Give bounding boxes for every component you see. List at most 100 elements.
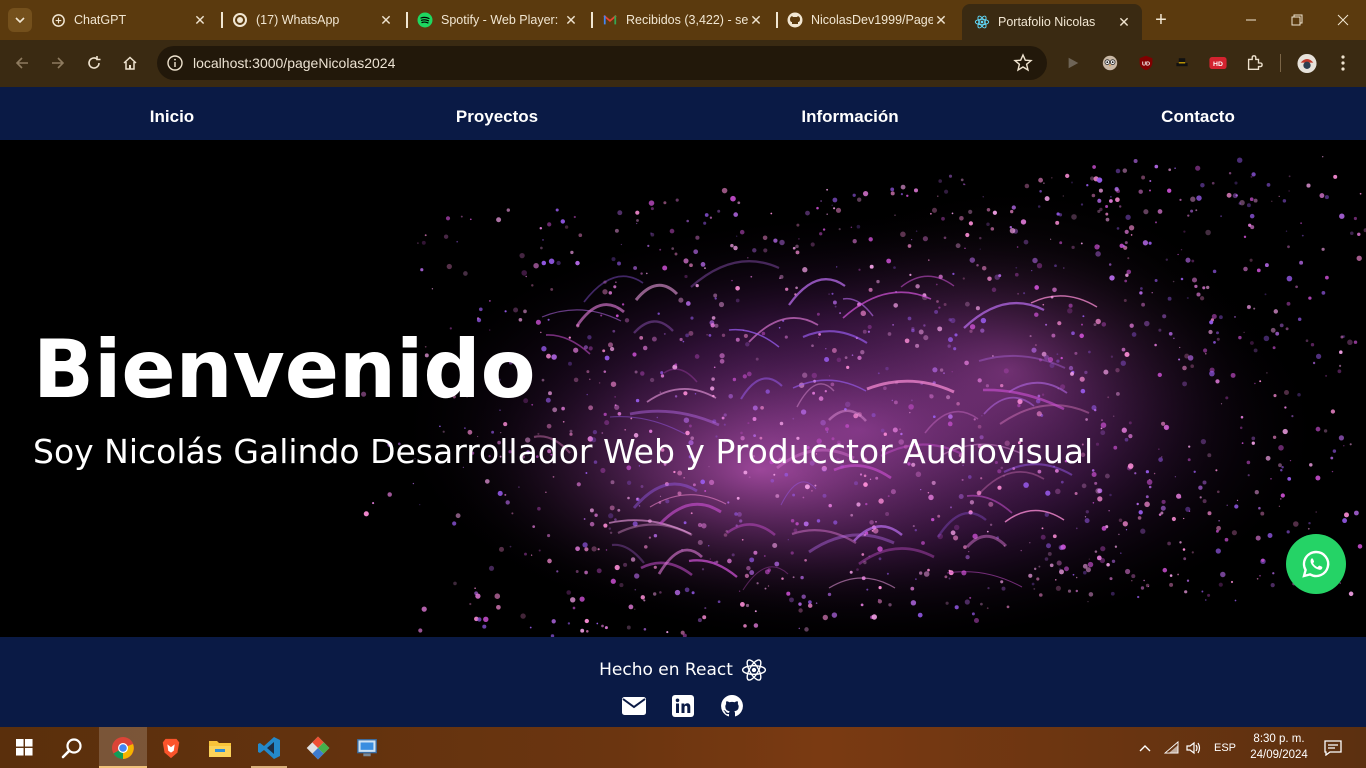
taskbar-vscode[interactable] bbox=[245, 727, 293, 768]
particle bbox=[948, 337, 953, 343]
tab-whatsapp[interactable]: (17) WhatsApp ✕ bbox=[220, 6, 404, 34]
close-icon[interactable]: ✕ bbox=[1116, 14, 1132, 30]
particle bbox=[683, 521, 687, 525]
extension-play-icon[interactable] bbox=[1063, 53, 1083, 73]
particle bbox=[1251, 172, 1256, 177]
particle bbox=[951, 212, 954, 215]
particle bbox=[1090, 176, 1095, 181]
wifi-status[interactable] bbox=[1164, 727, 1179, 768]
particle bbox=[909, 273, 912, 277]
particle bbox=[824, 390, 827, 393]
tab-portafolio-active[interactable]: Portafolio Nicolas ✕ bbox=[962, 4, 1142, 40]
extensions-puzzle-icon[interactable] bbox=[1244, 53, 1264, 73]
taskbar-remote-desktop[interactable] bbox=[343, 727, 391, 768]
particle bbox=[1140, 528, 1146, 534]
nav-link-inicio[interactable]: Inicio bbox=[150, 107, 194, 127]
close-icon[interactable]: ✕ bbox=[563, 12, 579, 28]
forward-button[interactable] bbox=[47, 52, 69, 74]
close-icon[interactable]: ✕ bbox=[378, 12, 394, 28]
tab-github[interactable]: NicolasDev1999/Page ✕ bbox=[775, 6, 959, 34]
particle bbox=[1315, 426, 1321, 432]
particle bbox=[1020, 549, 1022, 552]
particle bbox=[798, 627, 801, 630]
github-icon[interactable] bbox=[720, 694, 744, 718]
taskbar-search-button[interactable] bbox=[48, 727, 96, 768]
particle bbox=[518, 486, 520, 488]
taskbar-brave[interactable] bbox=[147, 727, 195, 768]
new-tab-button[interactable]: + bbox=[1151, 10, 1171, 30]
extension-hat-icon[interactable] bbox=[1172, 53, 1192, 73]
tray-chevron[interactable] bbox=[1139, 727, 1151, 768]
particle bbox=[609, 531, 613, 535]
home-button[interactable] bbox=[119, 52, 141, 74]
particle bbox=[531, 284, 534, 287]
particle bbox=[1064, 566, 1069, 572]
particle bbox=[1114, 187, 1119, 192]
taskbar-clock[interactable]: 8:30 p. m. 24/09/2024 bbox=[1244, 731, 1314, 763]
reload-button[interactable] bbox=[83, 52, 105, 74]
particle bbox=[1339, 213, 1345, 219]
extension-ublock-icon[interactable]: UD bbox=[1136, 53, 1156, 73]
nav-link-proyectos[interactable]: Proyectos bbox=[456, 107, 538, 127]
close-window-button[interactable] bbox=[1333, 10, 1353, 30]
particle bbox=[764, 569, 770, 575]
git-icon bbox=[306, 736, 330, 759]
particle bbox=[923, 571, 930, 577]
notification-center[interactable] bbox=[1324, 727, 1342, 768]
particle bbox=[825, 348, 827, 350]
linkedin-icon[interactable] bbox=[671, 694, 695, 718]
start-button[interactable] bbox=[0, 727, 48, 768]
close-icon[interactable]: ✕ bbox=[748, 12, 764, 28]
particle bbox=[1045, 323, 1048, 326]
input-language[interactable]: ESP bbox=[1214, 727, 1236, 768]
extension-owl-icon[interactable] bbox=[1100, 53, 1120, 73]
particle bbox=[1023, 482, 1029, 488]
back-button[interactable] bbox=[11, 52, 33, 74]
restore-button[interactable] bbox=[1287, 10, 1307, 30]
particle bbox=[745, 342, 750, 347]
particle bbox=[931, 517, 935, 522]
bookmark-star-icon[interactable] bbox=[1013, 53, 1033, 73]
envelope-icon[interactable] bbox=[622, 694, 646, 718]
volume-control[interactable] bbox=[1186, 727, 1202, 768]
particle bbox=[871, 614, 877, 620]
particle bbox=[1148, 241, 1152, 245]
extension-hd-icon[interactable]: HD bbox=[1208, 53, 1228, 73]
particle bbox=[730, 195, 736, 202]
tab-chatgpt[interactable]: ChatGPT ✕ bbox=[38, 6, 218, 34]
particle bbox=[547, 318, 550, 321]
particle bbox=[953, 535, 959, 541]
site-info-icon[interactable] bbox=[166, 54, 184, 72]
close-icon[interactable]: ✕ bbox=[192, 12, 208, 28]
particle bbox=[756, 582, 759, 585]
particle bbox=[1297, 317, 1302, 322]
nav-link-informacion[interactable]: Información bbox=[801, 107, 898, 127]
tab-spotify[interactable]: Spotify - Web Player: ✕ bbox=[405, 6, 589, 34]
browser-menu-icon[interactable] bbox=[1333, 53, 1353, 73]
particle bbox=[894, 214, 896, 217]
particle bbox=[1278, 445, 1284, 451]
particle bbox=[683, 417, 690, 423]
particle bbox=[525, 275, 527, 278]
particle bbox=[818, 396, 824, 401]
profile-avatar[interactable] bbox=[1297, 53, 1317, 73]
particle bbox=[612, 329, 616, 333]
particle bbox=[1095, 442, 1100, 446]
address-bar[interactable]: localhost:3000/pageNicolas2024 bbox=[157, 46, 1047, 80]
tab-gmail[interactable]: Recibidos (3,422) - se ✕ bbox=[590, 6, 774, 34]
particle bbox=[1246, 203, 1251, 208]
taskbar-chrome[interactable] bbox=[99, 727, 147, 768]
minimize-button[interactable] bbox=[1241, 10, 1261, 30]
particle bbox=[964, 599, 970, 605]
tab-search-button[interactable] bbox=[8, 8, 32, 32]
whatsapp-floating-button[interactable] bbox=[1286, 534, 1346, 594]
taskbar-git[interactable] bbox=[294, 727, 342, 768]
close-icon[interactable]: ✕ bbox=[933, 12, 949, 28]
nav-link-contacto[interactable]: Contacto bbox=[1161, 107, 1235, 127]
taskbar-file-explorer[interactable] bbox=[196, 727, 244, 768]
particle bbox=[798, 608, 803, 613]
particle bbox=[830, 382, 835, 387]
particle bbox=[1107, 396, 1110, 399]
particle bbox=[820, 419, 826, 426]
particle bbox=[1036, 263, 1043, 269]
